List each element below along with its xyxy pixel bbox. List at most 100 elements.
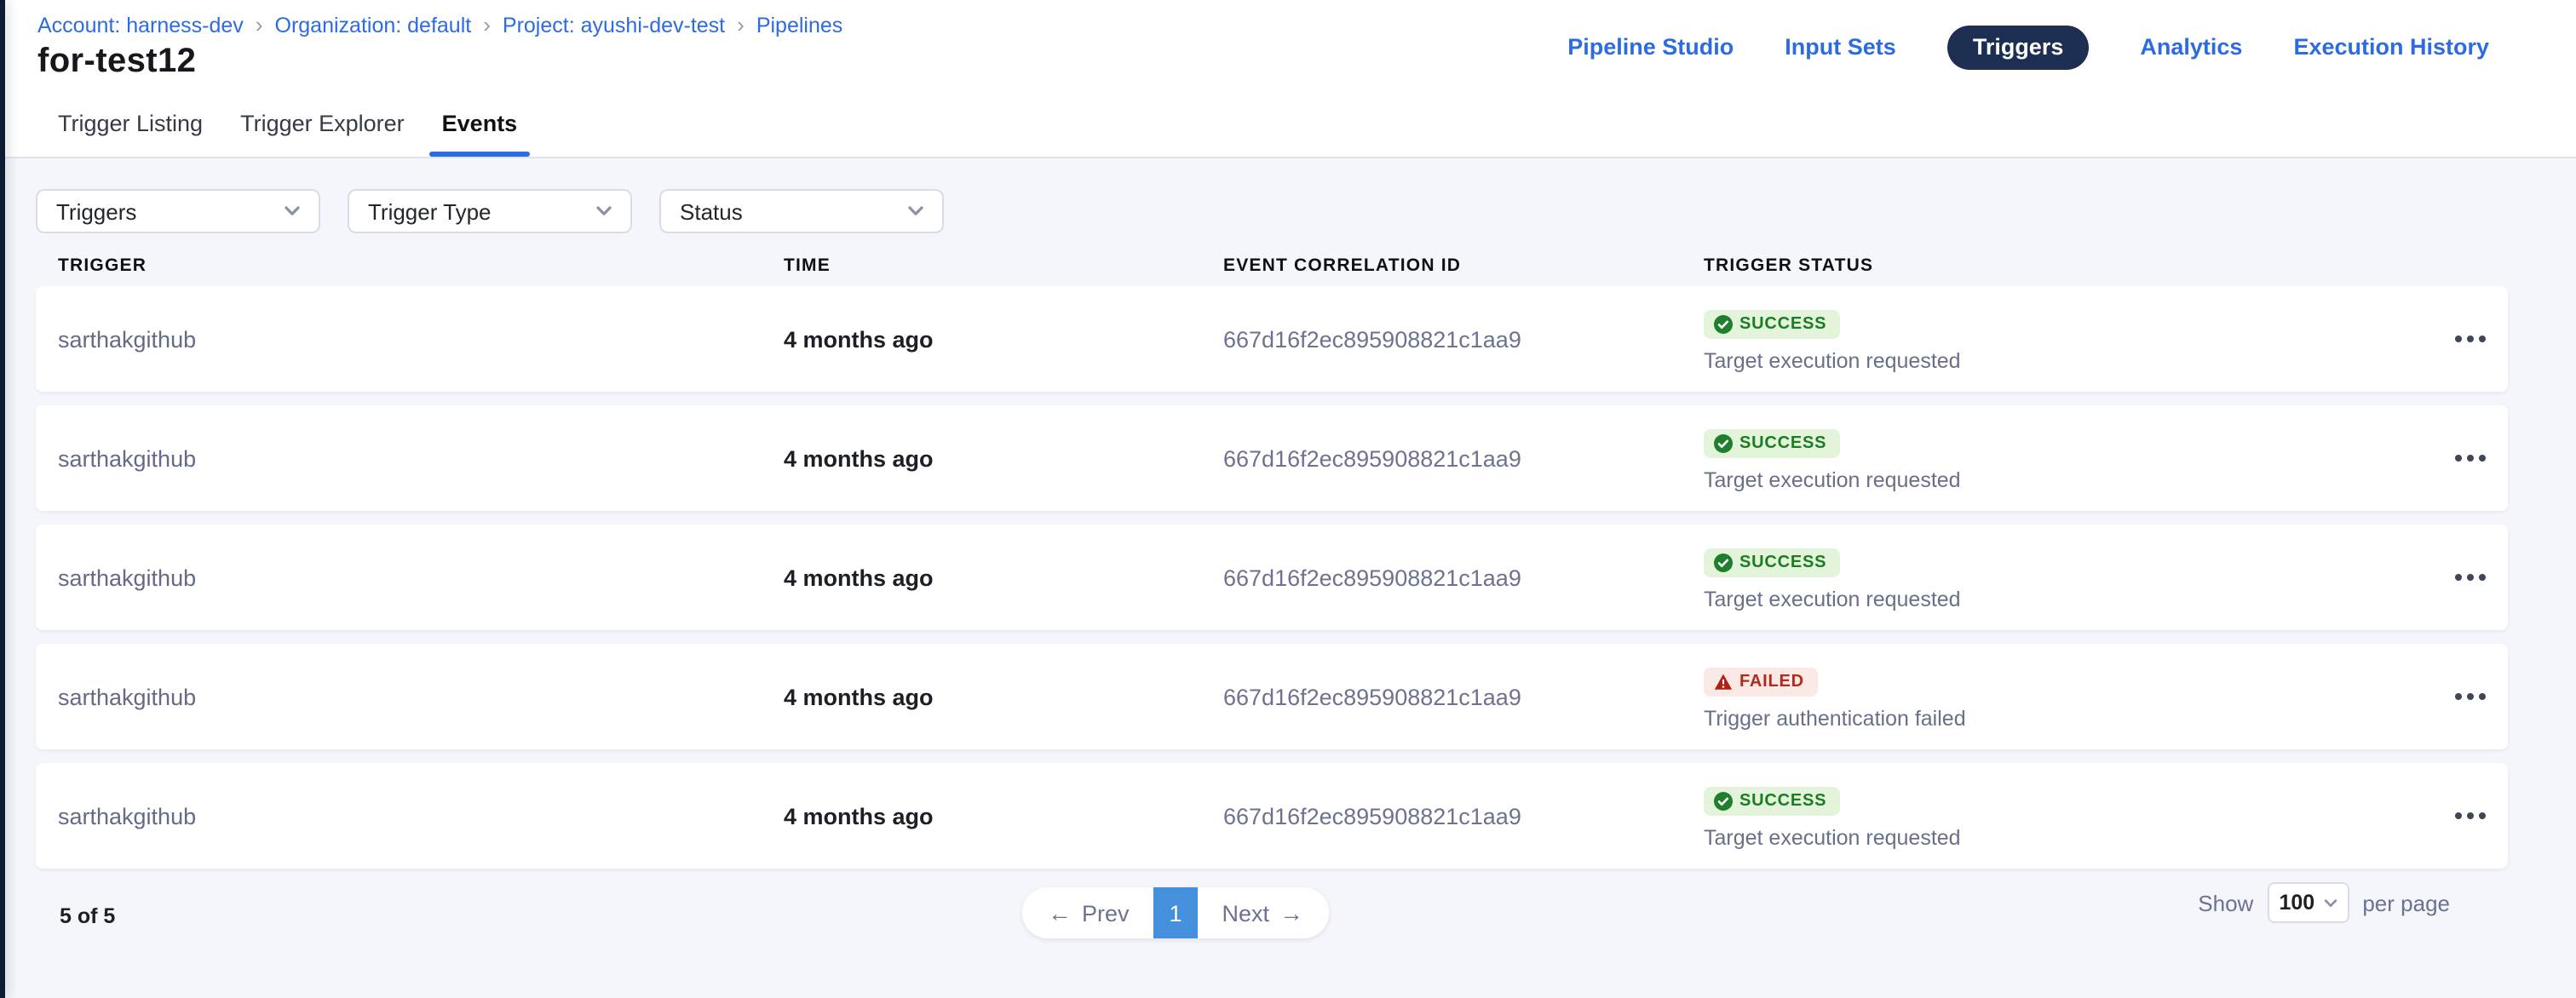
nav-triggers[interactable]: Triggers (1947, 26, 2090, 70)
row-options-button[interactable] (2433, 763, 2508, 869)
next-page-button[interactable]: Next (1198, 899, 1329, 926)
trigger-type-filter-dropdown[interactable]: Trigger Type (348, 189, 632, 233)
status-badge: SUCCESS (1704, 428, 1840, 457)
event-correlation-id: 667d16f2ec895908821c1aa9 (1223, 684, 1704, 709)
status-detail-text: Target execution requested (1704, 587, 2433, 611)
three-dots-menu-icon (2455, 336, 2487, 343)
status-detail-text: Trigger authentication failed (1704, 706, 2433, 730)
column-header-time: TIME (784, 255, 1223, 275)
status-badge: SUCCESS (1704, 786, 1840, 815)
pipeline-nav: Pipeline Studio Input Sets Triggers Anal… (1567, 26, 2489, 70)
warning-triangle-icon (1714, 672, 1733, 691)
breadcrumb-project-link[interactable]: Project: ayushi-dev-test (503, 14, 725, 37)
filter-bar: Triggers Trigger Type Status (36, 158, 2508, 233)
breadcrumb-organization-link[interactable]: Organization: default (275, 14, 472, 37)
status-badge-label: SUCCESS (1739, 791, 1826, 810)
nav-pipeline-studio[interactable]: Pipeline Studio (1567, 26, 1734, 70)
page: Account: harness-dev › Organization: def… (0, 0, 2576, 998)
three-dots-menu-icon (2455, 693, 2487, 701)
page-title: for-test12 (37, 43, 196, 82)
prev-page-button[interactable]: Prev (1022, 899, 1153, 926)
column-header-event-correlation-id: EVENT CORRELATION ID (1223, 255, 1704, 275)
status-detail-text: Target execution requested (1704, 467, 2433, 491)
row-options-button[interactable] (2433, 644, 2508, 749)
trigger-name: sarthakgithub (58, 803, 784, 829)
row-options-button[interactable] (2433, 286, 2508, 392)
check-circle-icon (1714, 314, 1733, 333)
trigger-status-cell: FAILED Trigger authentication failed (1704, 644, 2433, 749)
table-row: sarthakgithub 4 months ago 667d16f2ec895… (36, 763, 2508, 869)
status-badge: FAILED (1704, 667, 1818, 696)
breadcrumb: Account: harness-dev › Organization: def… (37, 14, 842, 37)
nav-execution-history[interactable]: Execution History (2293, 26, 2489, 70)
table-row: sarthakgithub 4 months ago 667d16f2ec895… (36, 286, 2508, 392)
chevron-right-icon: › (483, 13, 491, 35)
check-circle-icon (1714, 433, 1733, 452)
status-badge-label: FAILED (1739, 672, 1804, 691)
check-circle-icon (1714, 791, 1733, 810)
page-size-control: Show 100 per page (2198, 882, 2450, 923)
tab-trigger-listing[interactable]: Trigger Listing (46, 111, 215, 157)
three-dots-menu-icon (2455, 574, 2487, 582)
table-row: sarthakgithub 4 months ago 667d16f2ec895… (36, 525, 2508, 630)
column-header-trigger-status: TRIGGER STATUS (1704, 255, 2433, 275)
status-filter-dropdown[interactable]: Status (659, 189, 944, 233)
status-badge-label: SUCCESS (1739, 314, 1826, 333)
per-page-label: per page (2362, 890, 2450, 915)
table-row: sarthakgithub 4 months ago 667d16f2ec895… (36, 405, 2508, 511)
page-header: Account: harness-dev › Organization: def… (0, 0, 2576, 158)
three-dots-menu-icon (2455, 455, 2487, 462)
trigger-status-cell: SUCCESS Target execution requested (1704, 286, 2433, 392)
event-time: 4 months ago (784, 684, 1223, 709)
trigger-tabs: Trigger Listing Trigger Explorer Events (46, 111, 529, 157)
status-badge-label: SUCCESS (1739, 433, 1826, 452)
nav-analytics[interactable]: Analytics (2140, 26, 2242, 70)
check-circle-icon (1714, 553, 1733, 571)
chevron-right-icon: › (256, 13, 263, 35)
row-options-button[interactable] (2433, 525, 2508, 630)
triggers-filter-label: Triggers (56, 198, 136, 224)
pagination-bar: 5 of 5 Prev 1 Next Show 100 per page (36, 869, 2508, 998)
trigger-status-cell: SUCCESS Target execution requested (1704, 525, 2433, 630)
page-size-value: 100 (2279, 891, 2314, 915)
events-table: sarthakgithub 4 months ago 667d16f2ec895… (36, 286, 2508, 869)
chevron-down-icon (2323, 898, 2337, 907)
trigger-type-filter-label: Trigger Type (368, 198, 492, 224)
status-detail-text: Target execution requested (1704, 825, 2433, 849)
trigger-name: sarthakgithub (58, 445, 784, 471)
breadcrumb-pipelines-link[interactable]: Pipelines (756, 14, 842, 37)
trigger-status-cell: SUCCESS Target execution requested (1704, 763, 2433, 869)
events-content: Triggers Trigger Type Status TRIGGER TIM… (0, 158, 2576, 998)
chevron-down-icon (908, 206, 923, 216)
trigger-name: sarthakgithub (58, 565, 784, 590)
tab-trigger-explorer[interactable]: Trigger Explorer (228, 111, 417, 157)
status-detail-text: Target execution requested (1704, 348, 2433, 372)
three-dots-menu-icon (2455, 812, 2487, 820)
show-label: Show (2198, 890, 2253, 915)
trigger-status-cell: SUCCESS Target execution requested (1704, 405, 2433, 511)
column-header-trigger: TRIGGER (58, 255, 784, 275)
event-correlation-id: 667d16f2ec895908821c1aa9 (1223, 565, 1704, 590)
breadcrumb-account-link[interactable]: Account: harness-dev (37, 14, 244, 37)
event-time: 4 months ago (784, 326, 1223, 352)
triggers-filter-dropdown[interactable]: Triggers (36, 189, 320, 233)
status-filter-label: Status (680, 198, 743, 224)
chevron-right-icon: › (737, 13, 745, 35)
chevron-down-icon (596, 206, 612, 216)
status-badge: SUCCESS (1704, 309, 1840, 338)
collapsed-sidebar-edge (0, 0, 5, 998)
row-options-button[interactable] (2433, 405, 2508, 511)
results-count: 5 of 5 (60, 904, 115, 928)
nav-input-sets[interactable]: Input Sets (1785, 26, 1896, 70)
page-size-select[interactable]: 100 (2267, 882, 2349, 923)
event-correlation-id: 667d16f2ec895908821c1aa9 (1223, 445, 1704, 471)
trigger-name: sarthakgithub (58, 684, 784, 709)
page-1-button[interactable]: 1 (1153, 887, 1199, 938)
event-correlation-id: 667d16f2ec895908821c1aa9 (1223, 326, 1704, 352)
status-badge: SUCCESS (1704, 548, 1840, 576)
event-correlation-id: 667d16f2ec895908821c1aa9 (1223, 803, 1704, 829)
tab-events[interactable]: Events (430, 111, 530, 157)
event-time: 4 months ago (784, 803, 1223, 829)
table-header: TRIGGER TIME EVENT CORRELATION ID TRIGGE… (36, 254, 2508, 276)
event-time: 4 months ago (784, 565, 1223, 590)
